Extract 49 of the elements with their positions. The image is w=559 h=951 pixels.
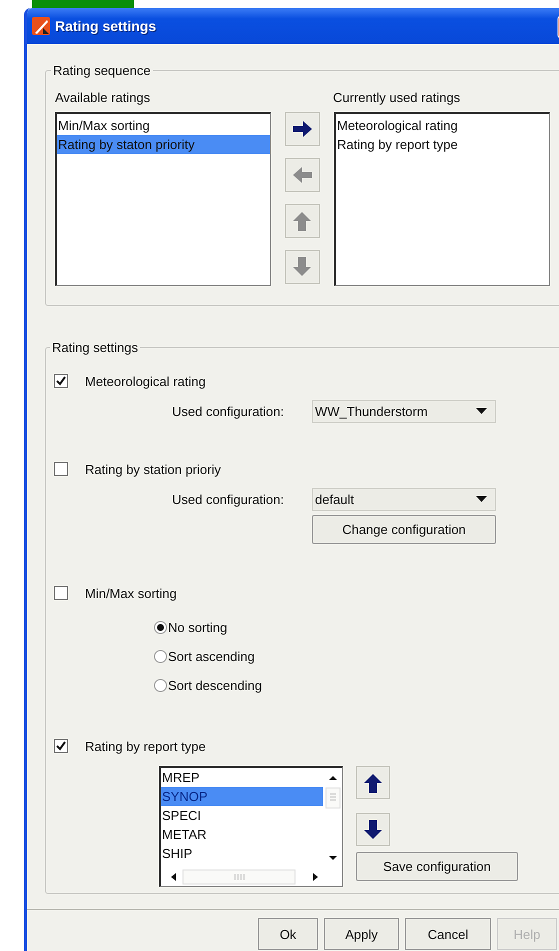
- arrow-up-icon: [362, 772, 384, 794]
- list-item[interactable]: Meteorological rating: [336, 116, 549, 135]
- list-item[interactable]: Rating by staton priority: [57, 135, 270, 154]
- radio-button[interactable]: [154, 650, 167, 663]
- radio-label: No sorting: [168, 620, 228, 635]
- field-label: Used configuration:: [170, 492, 284, 506]
- checkbox[interactable]: [54, 462, 68, 476]
- change-button[interactable]: Change configuration: [312, 515, 496, 544]
- dialog-button[interactable]: Apply: [324, 918, 399, 950]
- checkbox-label: Min/Max sorting: [85, 586, 177, 600]
- save-button[interactable]: Save configuration: [356, 852, 518, 881]
- radio-button[interactable]: [154, 679, 167, 692]
- dialog-button[interactable]: Cancel: [405, 918, 491, 950]
- group-title: Rating settings: [51, 340, 139, 355]
- dropdown[interactable]: default: [312, 488, 496, 510]
- arrow-right-icon: [291, 118, 314, 140]
- radio-label: Sort descending: [168, 678, 262, 693]
- window-title: Rating settings: [55, 18, 156, 34]
- dialog-button[interactable]: Ok: [258, 918, 318, 950]
- app-icon: [31, 16, 51, 36]
- arrow-left-icon: [291, 164, 314, 186]
- caret-icon: [476, 496, 487, 502]
- radio-button[interactable]: [154, 621, 167, 634]
- list-label: Available ratings: [55, 90, 152, 107]
- arrow-down-icon: [362, 818, 384, 840]
- arrow-button[interactable]: [356, 813, 390, 846]
- field-label: Used configuration:: [170, 404, 284, 418]
- arrow-button[interactable]: [285, 112, 320, 146]
- radio-label: Sort ascending: [168, 649, 255, 664]
- list-item[interactable]: SHIP: [161, 844, 323, 863]
- list-item[interactable]: Rating by report type: [336, 135, 549, 154]
- arrow-button[interactable]: [356, 766, 390, 799]
- checkbox-label: Rating by report type: [85, 738, 206, 754]
- checkbox-label: Rating by station prioriy: [85, 462, 221, 476]
- arrow-up-icon: [291, 210, 314, 232]
- list-item[interactable]: SPECI: [161, 806, 323, 825]
- list-item[interactable]: Min/Max sorting: [57, 116, 270, 135]
- group-title: Rating sequence: [52, 63, 152, 78]
- checkbox[interactable]: [54, 374, 68, 388]
- list-label: Currently used ratings: [333, 90, 460, 107]
- checkbox-label: Meteorological rating: [85, 374, 206, 388]
- list-item[interactable]: SYNOP: [161, 787, 323, 806]
- caret-icon: [476, 408, 487, 414]
- list-item[interactable]: MREP: [161, 768, 323, 787]
- dropdown[interactable]: WW_Thunderstorm: [312, 400, 496, 422]
- checkbox[interactable]: [54, 586, 68, 600]
- checkbox[interactable]: [54, 739, 68, 753]
- list-item[interactable]: METAR: [161, 825, 323, 844]
- arrow-down-icon: [291, 256, 314, 278]
